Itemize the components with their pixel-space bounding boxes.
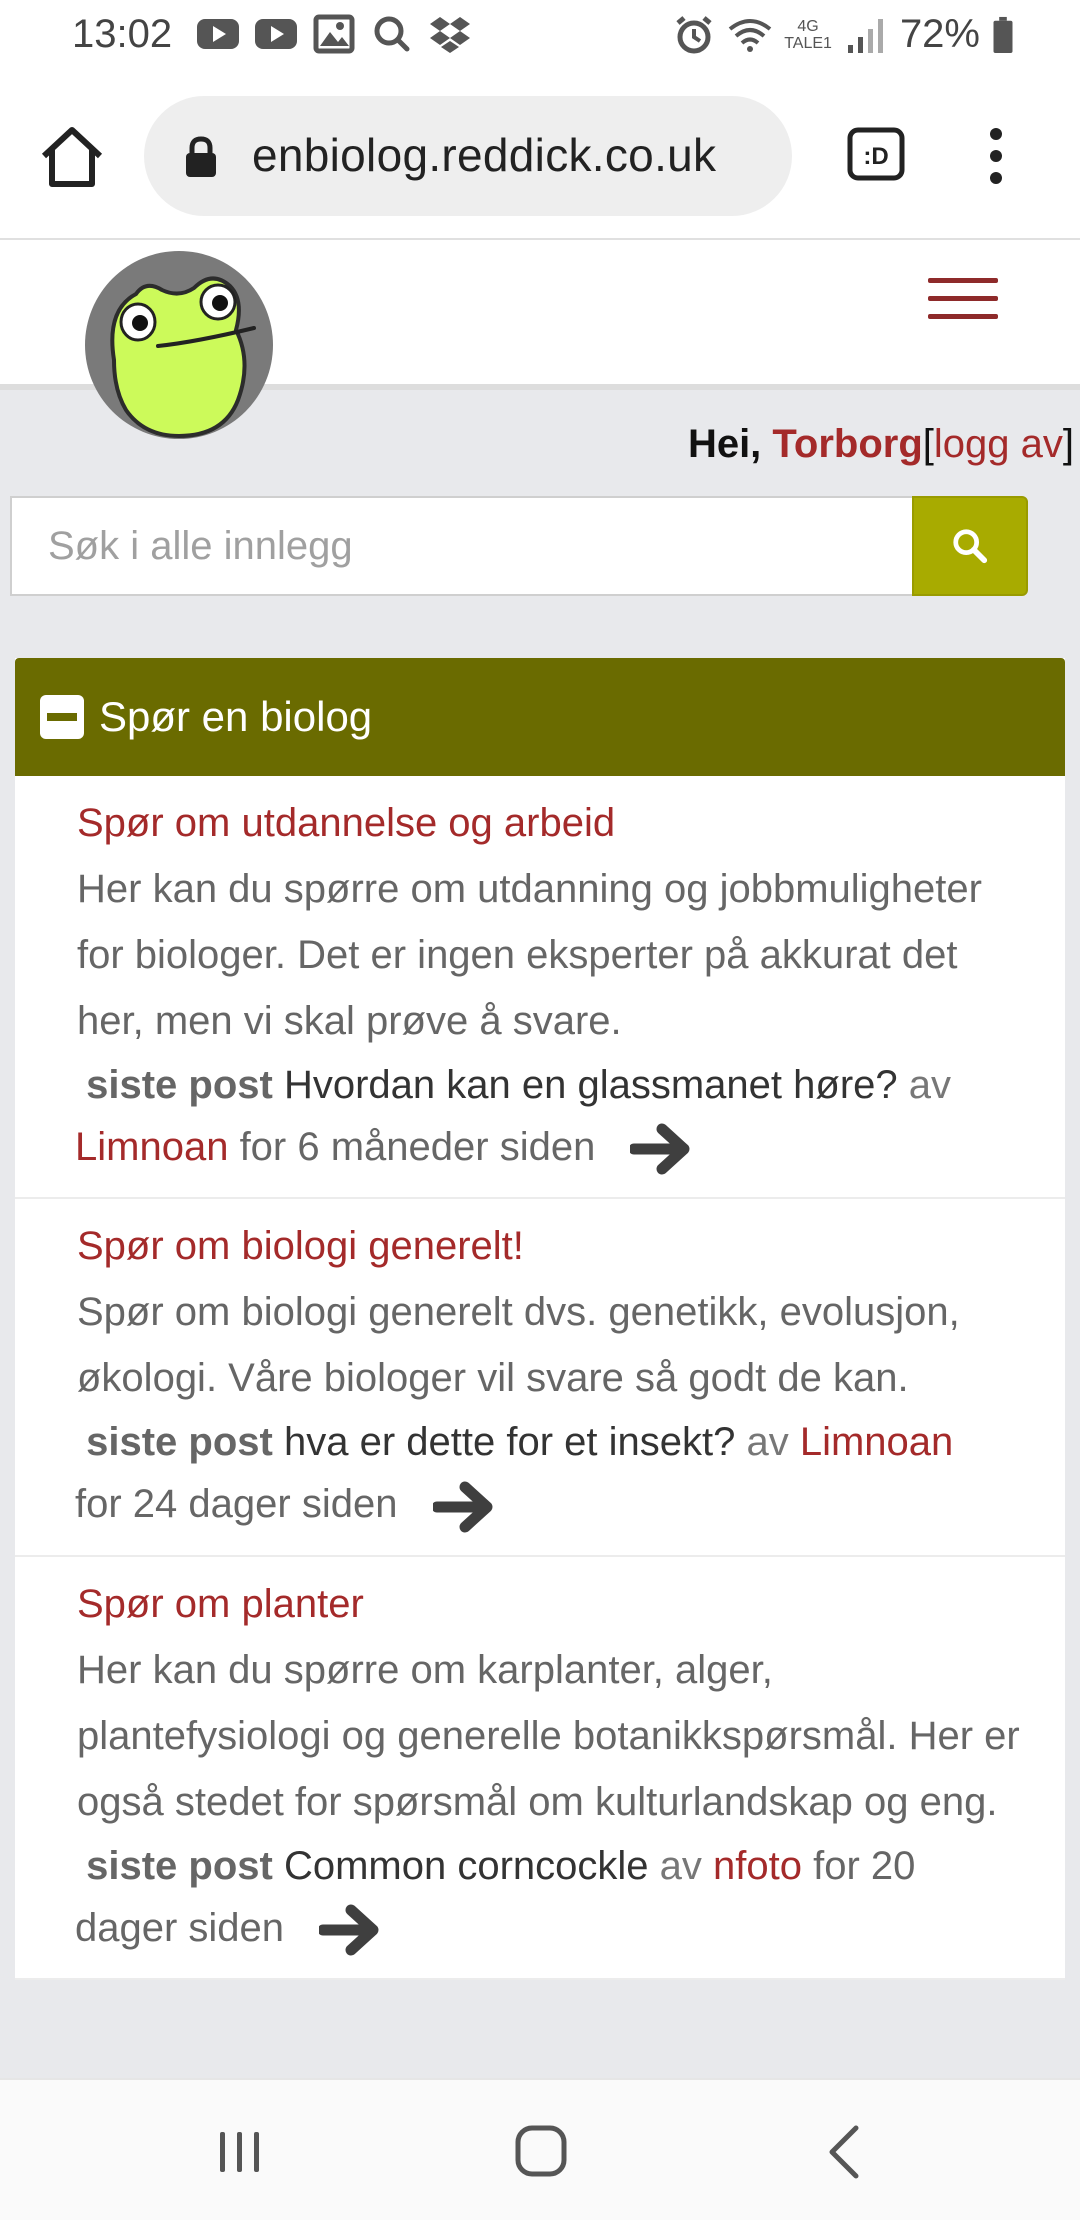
tab-switcher-button[interactable]: :D [846, 124, 906, 184]
youtube-icon [197, 19, 239, 49]
last-post-author-link[interactable]: Limnoan [800, 1420, 953, 1464]
last-post-by: av [746, 1420, 789, 1465]
last-post-time: for 24 dager siden [75, 1482, 398, 1527]
last-post-link[interactable]: Common corncockle [284, 1844, 649, 1888]
greeting-text: Hei, [687, 422, 762, 466]
alarm-icon [676, 15, 712, 53]
last-post-label: siste post [86, 1063, 273, 1107]
forum-description: Her kan du spørre om karplanter, alger, … [77, 1647, 1020, 1824]
forum-last-post: siste post Common corncockle av nfoto fo… [75, 1835, 1021, 1960]
last-post-link[interactable]: Hvordan kan en glassmanet høre? [284, 1063, 898, 1107]
status-time: 13:02 [72, 12, 173, 56]
panel-title: Spør en biolog [99, 693, 373, 740]
logout-link[interactable]: logg av [934, 422, 1063, 466]
last-post-link[interactable]: hva er dette for et insekt? [284, 1420, 735, 1464]
forum-description: Spør om biologi generelt dvs. genetikk, … [77, 1290, 960, 1401]
forum-item: Spør om utdannelse og arbeid Her kan du … [15, 776, 1065, 1200]
search-button[interactable] [912, 496, 1028, 596]
address-bar[interactable]: enbiolog.reddick.co.uk [144, 96, 792, 216]
forum-category-panel: Spør en biolog Spør om utdannelse og arb… [15, 658, 1065, 1981]
last-post-author-link[interactable]: nfoto [713, 1844, 802, 1888]
page-content: Hei, Torborg[logg av] Spør en biolog Spø… [0, 390, 1080, 2080]
forum-last-post: siste post Hvordan kan en glassmanet hør… [75, 1054, 1021, 1179]
gallery-icon [313, 14, 355, 54]
arrow-right-icon[interactable] [630, 1119, 698, 1179]
search-icon [374, 16, 410, 52]
site-header [0, 242, 1080, 439]
back-icon[interactable] [824, 2124, 864, 2180]
youtube-icon [255, 19, 297, 49]
arrow-right-icon[interactable] [319, 1900, 387, 1960]
dropbox-icon [430, 17, 470, 53]
carrier-name: TALE1 [784, 34, 832, 52]
signal-icon [847, 18, 883, 53]
forum-item: Spør om biologi generelt! Spør om biolog… [15, 1199, 1065, 1557]
collapse-icon[interactable] [39, 694, 85, 740]
system-navigation-bar [0, 2078, 1080, 2220]
recent-apps-icon[interactable] [216, 2128, 264, 2176]
browser-toolbar: enbiolog.reddick.co.uk :D [0, 72, 1080, 240]
battery-percent: 72% [899, 12, 980, 56]
username-link[interactable]: Torborg [772, 422, 922, 466]
home-icon[interactable] [36, 122, 108, 192]
network-type: 4G [797, 17, 819, 35]
search-input[interactable] [10, 496, 912, 596]
forum-last-post: siste post hva er dette for et insekt? a… [75, 1411, 1021, 1536]
arrow-right-icon[interactable] [432, 1477, 501, 1537]
more-options-icon[interactable] [980, 124, 1012, 188]
search-form [10, 496, 1028, 596]
forum-title-link[interactable]: Spør om utdannelse og arbeid [77, 796, 1021, 850]
tab-switcher-label: :D [863, 143, 888, 170]
bracket-open: [ [922, 422, 934, 466]
user-greeting: Hei, Torborg[logg av] [688, 422, 1074, 467]
status-system-icons: 4G TALE1 72% [672, 12, 1014, 57]
forum-description: Her kan du spørre om utdanning og jobbmu… [77, 867, 982, 1043]
bracket-close: ] [1062, 422, 1074, 466]
home-nav-icon[interactable] [514, 2124, 568, 2178]
last-post-author-link[interactable]: Limnoan [75, 1125, 228, 1169]
forum-item: Spør om planter Her kan du spørre om kar… [15, 1557, 1065, 1981]
last-post-label: siste post [86, 1420, 273, 1465]
search-icon [953, 529, 988, 564]
forum-title-link[interactable]: Spør om biologi generelt! [77, 1219, 1021, 1273]
frog-logo[interactable] [84, 250, 274, 440]
last-post-label: siste post [86, 1843, 273, 1888]
last-post-by: av [659, 1843, 702, 1888]
last-post-time: for 6 måneder siden [239, 1125, 596, 1169]
last-post-by: av [908, 1063, 952, 1107]
wifi-icon [728, 18, 772, 52]
url-text: enbiolog.reddick.co.uk [252, 129, 717, 181]
lock-icon [186, 136, 216, 177]
battery-icon [993, 16, 1013, 53]
panel-header[interactable]: Spør en biolog [15, 658, 1065, 776]
status-notification-icons [196, 14, 472, 54]
forum-title-link[interactable]: Spør om planter [77, 1577, 1021, 1631]
hamburger-menu-icon[interactable] [928, 278, 998, 330]
status-bar: 13:02 4G TALE1 72% [0, 0, 1080, 72]
